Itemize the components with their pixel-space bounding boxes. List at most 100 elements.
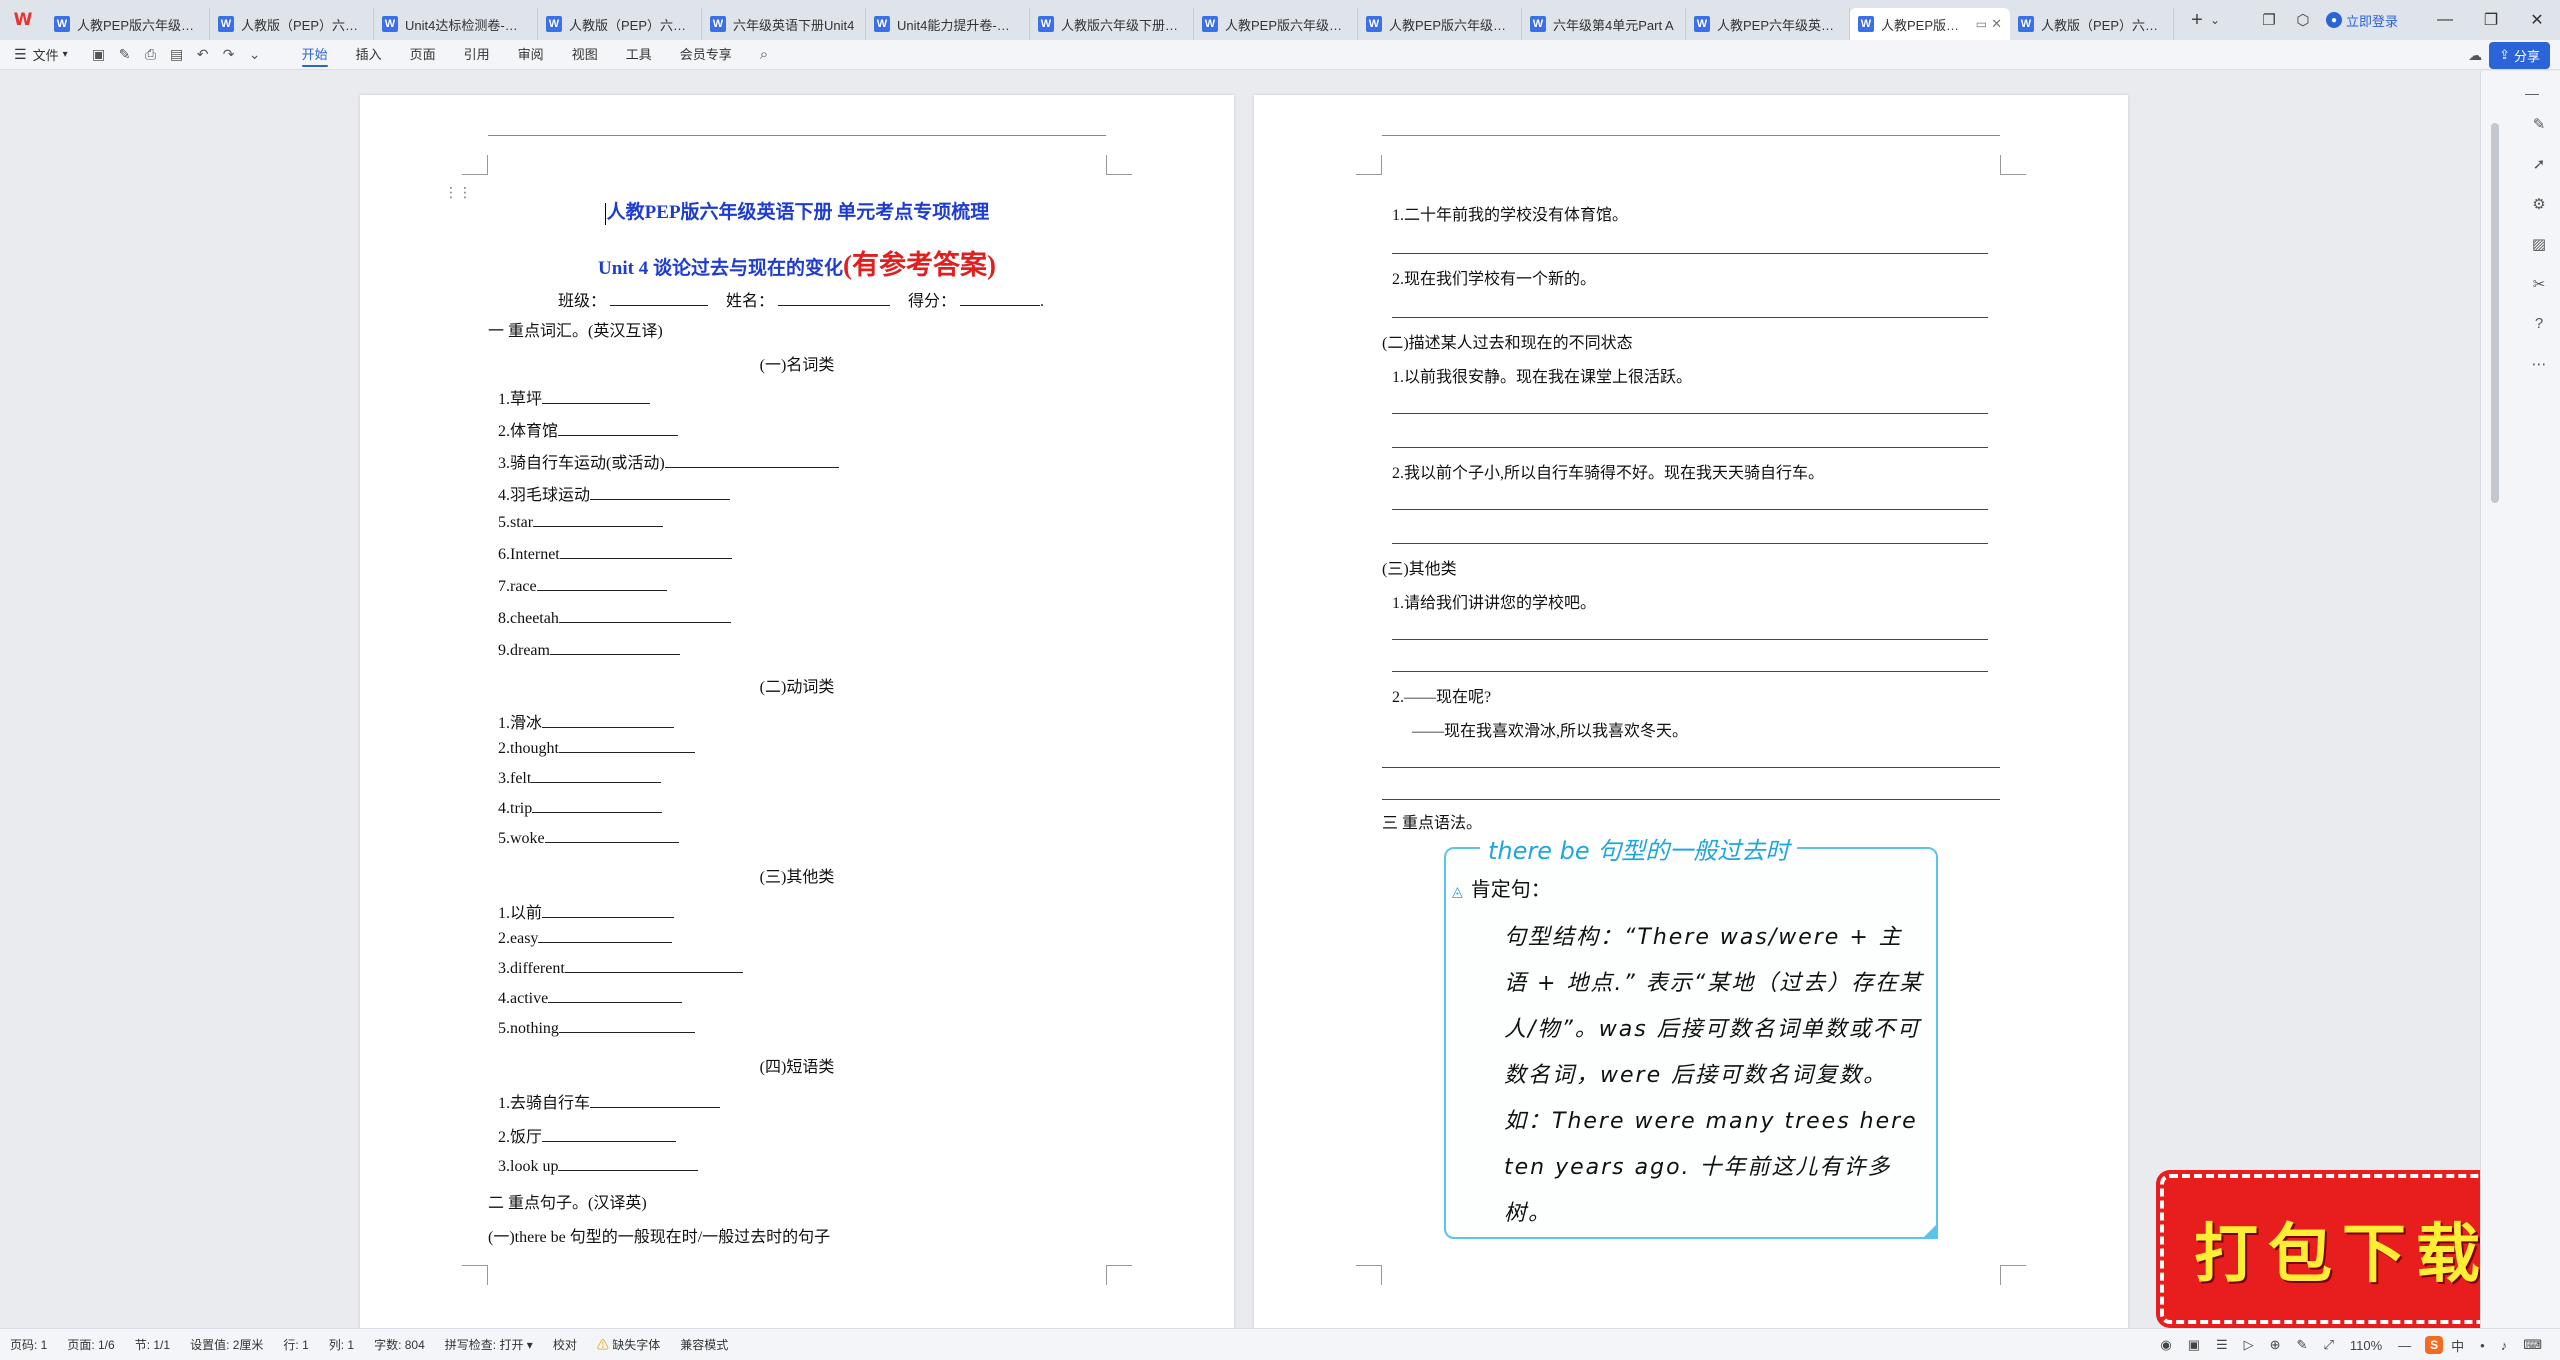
settings-sliders-icon[interactable]: ⚙ — [2532, 195, 2545, 235]
write-view-icon[interactable]: ✎ — [2289, 1337, 2316, 1353]
login-button[interactable]: ● 立即登录 — [2325, 11, 2398, 30]
ribbon-tab[interactable]: 视图 — [558, 40, 612, 70]
answer-blank[interactable] — [542, 714, 675, 728]
eye-protect-icon[interactable]: ◉ — [2152, 1337, 2179, 1353]
tab-document[interactable]: W 人教PEP版六年级英语 — [46, 8, 210, 40]
redo-icon[interactable]: ↷ — [216, 46, 242, 63]
page-view-icon[interactable]: ▣ — [2180, 1337, 2208, 1353]
cube-icon[interactable]: ⬡ — [2286, 11, 2320, 29]
ime-punct-icon[interactable]: • — [2472, 1338, 2493, 1353]
tab-document[interactable]: W 人教版（PEP）六年级 — [210, 8, 374, 40]
chevron-down-icon[interactable]: ⌄ — [2210, 13, 2228, 27]
cloud-sync-icon[interactable]: ☁ — [2461, 47, 2489, 64]
answer-blank[interactable] — [533, 513, 664, 527]
status-spell-check[interactable]: 拼写检查: 打开 ▾ — [435, 1336, 543, 1353]
answer-blank[interactable] — [558, 609, 731, 623]
format-painter-icon[interactable]: ✎ — [112, 46, 138, 63]
answer-blank[interactable] — [590, 486, 731, 500]
tab-document[interactable]: W 人教PEP版六年 ▭ ✕ — [1850, 8, 2010, 40]
ime-lang-icon[interactable]: 中 — [2443, 1336, 2472, 1355]
undo-icon[interactable]: ↶ — [190, 46, 216, 63]
answer-blank[interactable] — [558, 739, 695, 753]
answer-blank[interactable] — [531, 769, 662, 783]
scroll-thumb[interactable] — [2491, 123, 2499, 503]
answer-blank[interactable] — [559, 545, 732, 559]
ribbon-tab[interactable]: 审阅 — [504, 40, 558, 70]
wps-logo-icon[interactable]: W — [0, 0, 46, 40]
restore-icon[interactable]: ❐ — [2468, 10, 2514, 30]
answer-blank[interactable] — [558, 422, 679, 436]
status-word-count[interactable]: 字数: 804 — [364, 1336, 435, 1353]
more-icon[interactable]: ⋯ — [2532, 355, 2547, 395]
tab-document[interactable]: W 六年级第4单元Part A — [1522, 8, 1686, 40]
answer-blank[interactable] — [564, 959, 743, 973]
tab-document[interactable]: W 人教版六年级下册英语 — [1030, 8, 1194, 40]
document-canvas[interactable]: ⋮⋮ 人教PEP版六年级英语下册 单元考点专项梳理 Unit 4 谈论过去与现在… — [0, 71, 2480, 1335]
tab-document[interactable]: W Unit4达标检测卷-小学 — [374, 8, 538, 40]
ribbon-tab[interactable]: 插入 — [342, 40, 396, 70]
tab-document[interactable]: W 人教版（PEP）六年级 — [2010, 8, 2174, 40]
ime-keyboard-icon[interactable]: ⌨ — [2515, 1337, 2550, 1353]
zoom-out-icon[interactable]: — — [2390, 1338, 2419, 1353]
answer-blank[interactable] — [558, 1019, 695, 1033]
print-icon[interactable]: ⎙ — [138, 46, 164, 63]
pointer-icon[interactable]: ➚ — [2533, 155, 2546, 195]
tab-document[interactable]: W 人教PEP六年级英语下 — [1686, 8, 1850, 40]
status-section[interactable]: 节: 1/1 — [125, 1336, 180, 1353]
answer-blank[interactable] — [544, 829, 679, 843]
answer-blank[interactable] — [532, 799, 663, 813]
collapse-icon[interactable]: — — [2525, 85, 2539, 101]
answer-blank[interactable] — [548, 989, 683, 1003]
close-icon[interactable]: ✕ — [2514, 10, 2560, 30]
answer-blank[interactable] — [549, 641, 680, 655]
ribbon-tab[interactable]: 开始 — [288, 40, 342, 70]
ribbon-tab[interactable]: 引用 — [450, 40, 504, 70]
tab-document[interactable]: W 人教版（PEP）六年级 — [538, 8, 702, 40]
answer-blank[interactable] — [558, 1157, 699, 1171]
status-page-number[interactable]: 页码: 1 — [0, 1336, 57, 1353]
web-view-icon[interactable]: ⊕ — [2262, 1337, 2289, 1353]
status-missing-font[interactable]: ⚠ 缺失字体 — [587, 1336, 670, 1353]
search-icon[interactable]: ⌕ — [760, 46, 768, 63]
page-2[interactable]: 1.二十年前我的学校没有体育馆。 2.现在我们学校有一个新的。 (二)描述某人过… — [1254, 95, 2128, 1335]
answer-blank[interactable] — [536, 577, 667, 591]
print-preview-icon[interactable]: ▤ — [164, 46, 190, 63]
ribbon-tab[interactable]: 会员专享 — [666, 40, 746, 70]
vertical-scrollbar[interactable] — [2491, 111, 2499, 1311]
file-menu[interactable]: ☰ 文件 ▾ — [14, 45, 68, 64]
more-chevron-icon[interactable]: ⌄ — [242, 46, 268, 63]
tab-document[interactable]: W Unit4能力提升卷-小学 — [866, 8, 1030, 40]
answer-blank[interactable] — [590, 1094, 721, 1108]
zoom-level[interactable]: 110% — [2342, 1338, 2390, 1353]
outline-view-icon[interactable]: ☰ — [2208, 1337, 2236, 1353]
page-1[interactable]: ⋮⋮ 人教PEP版六年级英语下册 单元考点专项梳理 Unit 4 谈论过去与现在… — [360, 95, 1234, 1335]
status-pages[interactable]: 页面: 1/6 — [57, 1336, 124, 1353]
minimize-icon[interactable]: — — [2422, 11, 2468, 29]
download-promo-button[interactable]: 打包下载 — [2160, 1174, 2524, 1324]
close-tab-icon[interactable]: ✕ — [1991, 16, 2002, 32]
pen-icon[interactable]: ✎ — [2533, 115, 2546, 155]
answer-blank[interactable] — [542, 1128, 677, 1142]
answer-blank[interactable] — [538, 929, 673, 943]
sogou-ime-icon[interactable]: S — [2425, 1336, 2444, 1354]
new-tab-icon[interactable]: + — [2184, 9, 2210, 32]
tab-document[interactable]: W 人教PEP版六年级英语 — [1194, 8, 1358, 40]
share-button[interactable]: ⇪ 分享 — [2489, 41, 2550, 69]
ime-mic-icon[interactable]: ♪ — [2493, 1338, 2516, 1353]
answer-blank[interactable] — [542, 390, 651, 404]
save-icon[interactable]: ▣ — [86, 46, 112, 63]
play-icon[interactable]: ▷ — [2236, 1337, 2262, 1353]
tab-document[interactable]: W 人教PEP版六年级英语 — [1358, 8, 1522, 40]
tab-document[interactable]: W 六年级英语下册Unit4 — [702, 8, 866, 40]
help-icon[interactable]: ? — [2535, 315, 2543, 355]
status-setting[interactable]: 设置值: 2厘米 — [180, 1336, 273, 1353]
window-layout-icon[interactable]: ❐ — [2252, 11, 2286, 29]
answer-blank[interactable] — [542, 904, 675, 918]
answer-blank[interactable] — [664, 454, 839, 468]
status-proofread[interactable]: 校对 — [543, 1336, 587, 1353]
screen-icon[interactable]: ▭ — [1976, 17, 1987, 31]
image-tool-icon[interactable]: ▨ — [2532, 235, 2546, 275]
fit-icon[interactable]: ⤢ — [2315, 1337, 2341, 1353]
ribbon-tab[interactable]: 页面 — [396, 40, 450, 70]
input-method-tray[interactable]: S 中 • ♪ ⌨ — [2425, 1336, 2550, 1355]
